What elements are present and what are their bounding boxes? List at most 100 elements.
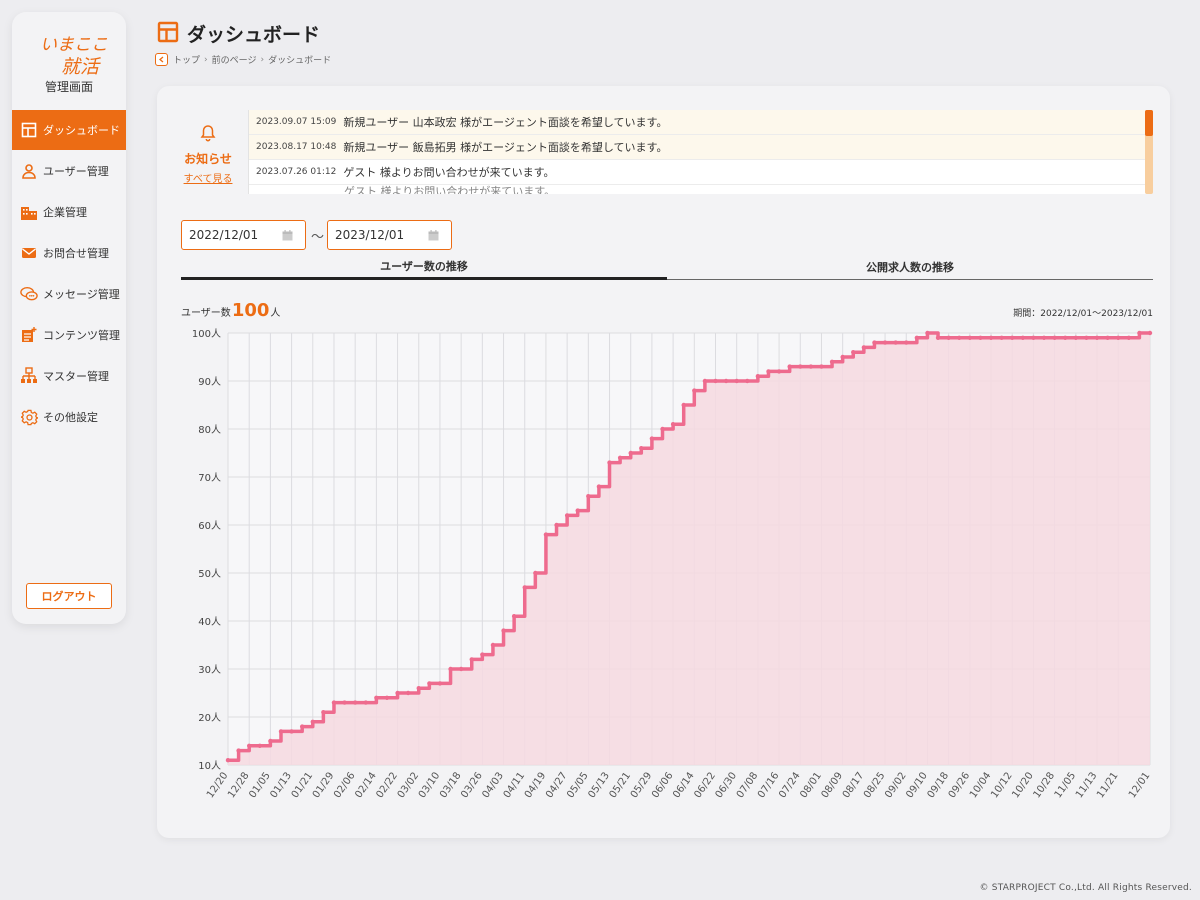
x-tick-label: 04/19 <box>523 770 549 800</box>
data-point <box>861 345 867 350</box>
data-point <box>755 374 761 379</box>
data-point <box>617 455 623 460</box>
data-point <box>416 686 421 691</box>
y-tick-label: 80人 <box>198 424 221 436</box>
data-point <box>596 484 602 489</box>
x-tick-label: 09/02 <box>883 770 909 800</box>
data-point <box>851 350 856 355</box>
data-point <box>628 450 633 456</box>
data-point <box>734 378 739 384</box>
x-tick-label: 05/21 <box>608 770 634 800</box>
data-point <box>999 335 1004 340</box>
user-count-chart: 10人 20人 30人 40人 50人 60人 70人 80人 90人 100人 12/2012/2… <box>192 328 1153 800</box>
data-point <box>808 364 814 369</box>
data-point <box>925 330 930 336</box>
data-point <box>501 628 506 633</box>
data-point <box>660 426 665 432</box>
data-point <box>384 695 390 700</box>
x-tick-label: 12/20 <box>205 770 231 800</box>
y-tick-label: 10人 <box>198 760 221 772</box>
x-tick-label: 06/30 <box>714 770 740 800</box>
data-point <box>363 700 368 705</box>
data-point <box>904 340 909 345</box>
data-point <box>681 402 686 408</box>
data-point <box>957 335 962 340</box>
data-point <box>268 738 273 744</box>
data-point <box>829 359 835 364</box>
x-tick-label: 06/06 <box>650 770 676 800</box>
data-point <box>1041 335 1047 340</box>
data-point <box>352 700 358 705</box>
data-point <box>967 335 973 340</box>
data-point <box>586 494 591 499</box>
x-tick-label: 09/10 <box>904 770 930 800</box>
x-tick-label: 06/22 <box>692 770 718 800</box>
data-point <box>427 681 432 686</box>
x-tick-label: 08/01 <box>798 770 824 800</box>
data-point <box>225 758 231 763</box>
data-point <box>819 364 824 369</box>
data-point <box>1147 330 1153 336</box>
data-point <box>639 446 644 451</box>
data-point <box>914 335 920 340</box>
x-tick-label: 11/21 <box>1095 770 1121 800</box>
data-point <box>511 614 517 619</box>
data-point <box>257 743 262 748</box>
data-point <box>321 710 326 715</box>
x-tick-label: 10/04 <box>968 770 994 800</box>
x-tick-label: 04/03 <box>480 770 506 800</box>
x-tick-label: 01/21 <box>290 770 316 800</box>
data-point <box>554 522 559 528</box>
data-point <box>342 700 347 705</box>
data-point <box>766 369 771 374</box>
data-point <box>1020 335 1026 340</box>
x-tick-label: 02/14 <box>353 770 379 800</box>
data-point <box>1063 335 1068 340</box>
x-tick-label: 05/29 <box>629 770 655 800</box>
data-point <box>236 748 241 753</box>
data-point <box>299 724 305 729</box>
data-point <box>978 335 983 340</box>
data-point <box>278 729 284 734</box>
x-tick-label: 05/05 <box>565 770 591 800</box>
data-point <box>543 532 549 537</box>
data-point <box>1137 330 1142 336</box>
data-point <box>1116 335 1121 340</box>
x-tick-label: 07/24 <box>777 770 803 800</box>
data-point <box>1052 335 1057 340</box>
y-tick-label: 60人 <box>198 520 221 532</box>
x-tick-label: 06/14 <box>671 770 697 800</box>
data-point <box>331 700 337 705</box>
x-tick-label: 07/16 <box>756 770 782 800</box>
data-point <box>649 436 655 441</box>
x-tick-label: 02/06 <box>332 770 358 800</box>
data-point <box>480 652 485 657</box>
x-tick-label: 01/29 <box>311 770 337 800</box>
x-tick-label: 11/05 <box>1053 770 1079 800</box>
data-point <box>787 364 792 369</box>
data-point <box>246 743 252 748</box>
x-tick-label: 03/02 <box>396 770 422 800</box>
data-point <box>1126 335 1132 340</box>
data-point <box>776 369 782 374</box>
data-point <box>1084 335 1089 340</box>
data-point <box>437 681 443 686</box>
x-tick-label: 10/28 <box>1032 770 1058 800</box>
x-tick-label: 04/11 <box>502 770 528 800</box>
data-point <box>289 729 294 734</box>
data-point <box>405 690 411 696</box>
data-point <box>702 378 708 384</box>
data-point <box>882 340 888 345</box>
y-tick-label: 90人 <box>198 376 221 388</box>
data-point <box>713 378 718 384</box>
x-tick-label: 11/13 <box>1074 770 1100 800</box>
footer-copyright: © STARPROJECT Co.,Ltd. All Rights Reserv… <box>979 883 1192 893</box>
x-tick-label: 08/09 <box>820 770 846 800</box>
data-point <box>469 657 474 662</box>
data-point <box>1094 335 1100 340</box>
data-point <box>988 335 994 340</box>
y-tick-label: 20人 <box>198 712 221 724</box>
data-point <box>458 666 464 672</box>
data-point <box>798 364 803 369</box>
x-tick-label: 02/22 <box>374 770 400 800</box>
